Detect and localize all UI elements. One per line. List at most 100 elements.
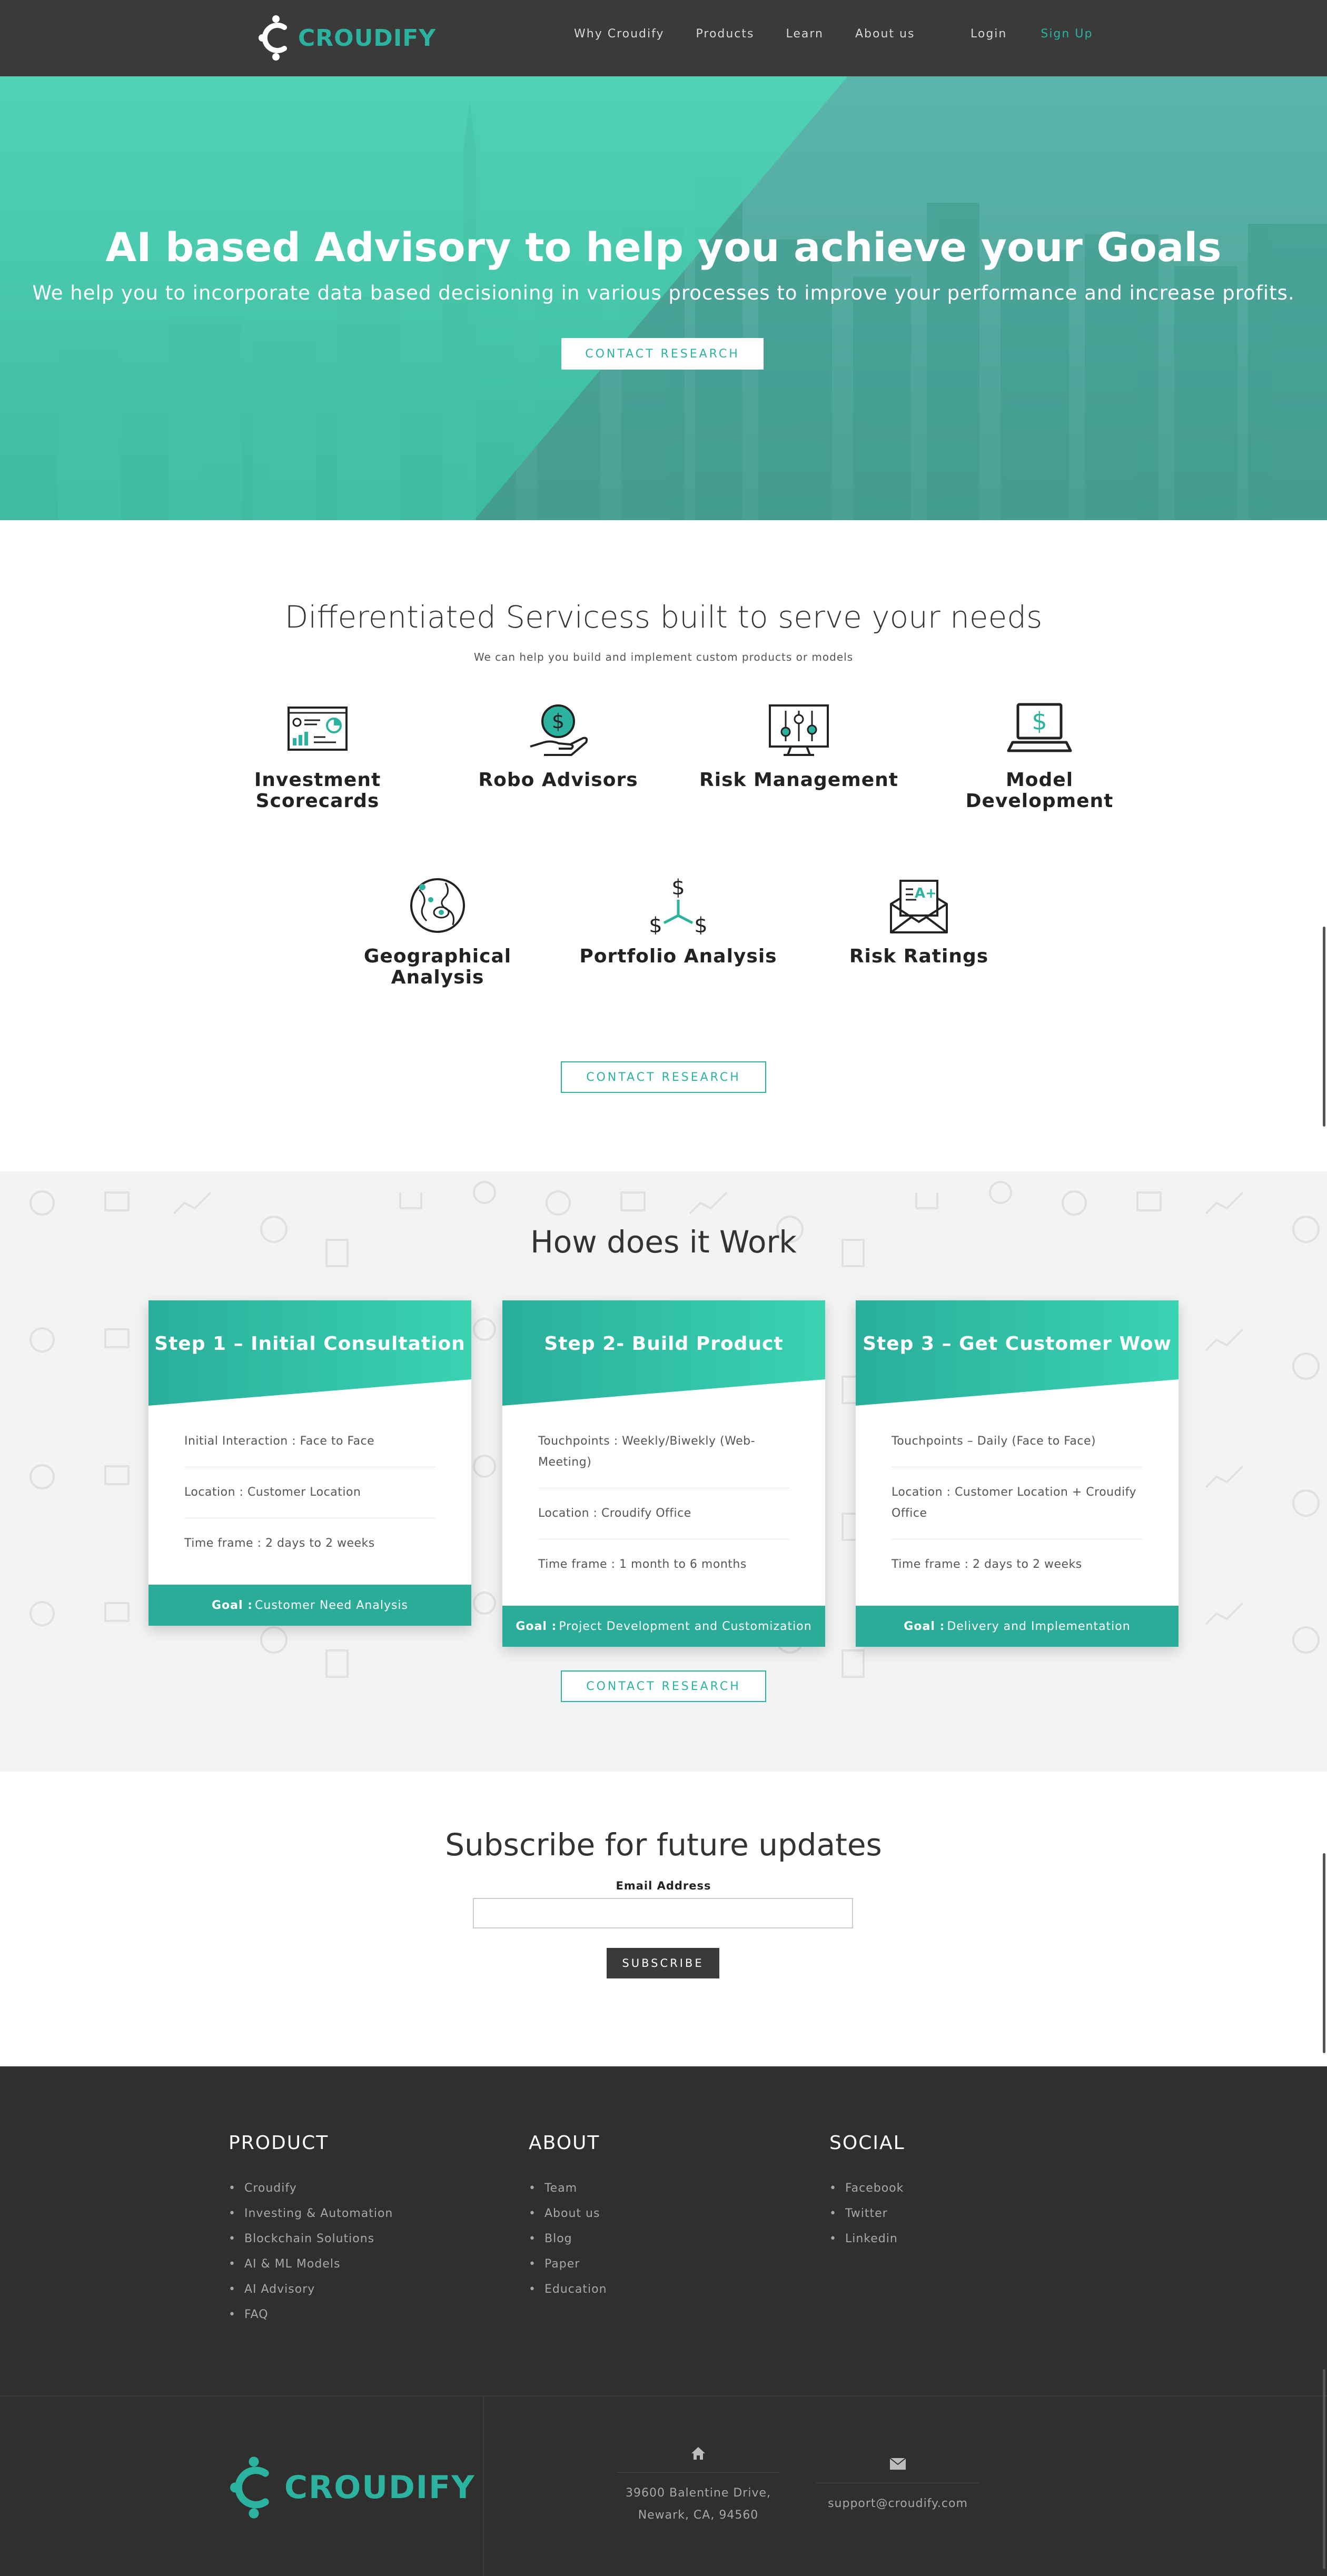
footer-link[interactable]: Blockchain Solutions	[229, 2226, 393, 2252]
footer-about-column: ABOUT Team About us Blog Paper Education	[529, 2132, 607, 2302]
step-card-header: Step 3 – Get Customer Wow	[856, 1300, 1179, 1406]
svg-text:A+: A+	[915, 886, 937, 901]
signup-link[interactable]: Sign Up	[1041, 27, 1093, 41]
step-card-3: Step 3 – Get Customer Wow Touchpoints – …	[856, 1300, 1179, 1647]
footer-divider	[0, 2395, 1327, 2396]
step-detail-item: Touchpoints : Weekly/Biwekly (Web-Meetin…	[538, 1416, 789, 1488]
subscribe-button[interactable]: SUBSCRIBE	[607, 1948, 719, 1978]
how-it-works-title: How does it Work	[530, 1224, 797, 1260]
service-risk-management[interactable]: Risk Management	[694, 700, 904, 791]
footer-link[interactable]: Croudify	[229, 2176, 393, 2201]
footer-brand-name: CROUDIFY	[284, 2469, 476, 2506]
footer-column-title: ABOUT	[529, 2132, 600, 2154]
step-detail-item: Time frame : 2 days to 2 weeks	[892, 1558, 1082, 1571]
brand-name: CROUDIFY	[298, 24, 437, 52]
svg-text:$: $	[1032, 707, 1047, 735]
step-detail-item: Initial Interaction : Face to Face	[184, 1416, 435, 1467]
address-line-2: Newark, CA, 94560	[638, 2509, 759, 2522]
nav-why-croudify[interactable]: Why Croudify	[574, 27, 665, 41]
service-robo-advisors[interactable]: $ Robo Advisors	[453, 700, 664, 791]
email-label: Email Address	[616, 1879, 711, 1892]
footer-link[interactable]: Blog	[529, 2226, 607, 2252]
rating-envelope-icon: A+	[890, 880, 948, 933]
service-model-development[interactable]: $ Model Development	[934, 700, 1145, 812]
hero-subtitle: We help you to incorporate data based de…	[32, 282, 1295, 304]
footer-link[interactable]: Investing & Automation	[229, 2201, 393, 2226]
step-detail-item: Location : Customer Location	[184, 1467, 435, 1518]
footer-link[interactable]: Team	[529, 2176, 607, 2201]
step-title: Step 2- Build Product	[544, 1333, 784, 1355]
nav-products[interactable]: Products	[696, 27, 755, 41]
footer-address: 39600 Balentine Drive, Newark, CA, 94560	[617, 2443, 780, 2527]
footer-column-title: PRODUCT	[229, 2132, 329, 2154]
step-card-2: Step 2- Build Product Touchpoints : Week…	[502, 1300, 825, 1647]
svg-text:$: $	[671, 877, 685, 900]
email-input[interactable]	[473, 1898, 853, 1928]
footer-link-linkedin[interactable]: Linkedin	[829, 2226, 905, 2252]
subscribe-title: Subscribe for future updates	[445, 1827, 882, 1863]
services-title: Differentiated Servicess built to serve …	[284, 599, 1043, 635]
site-footer: PRODUCT Croudify Investing & Automation …	[0, 2066, 1327, 2576]
how-contact-research-button[interactable]: CONTACT RESEARCH	[561, 1670, 766, 1702]
hero-contact-research-button[interactable]: CONTACT RESEARCH	[561, 338, 764, 370]
globe-icon	[410, 878, 465, 933]
service-label: Investment Scorecards	[254, 769, 381, 812]
service-risk-ratings[interactable]: A+ Risk Ratings	[814, 877, 1024, 967]
nav-about-us[interactable]: About us	[855, 27, 915, 41]
scrollbar-thumb[interactable]	[1323, 927, 1325, 1127]
support-email-link[interactable]: support@croudify.com	[816, 2493, 979, 2515]
service-geographical-analysis[interactable]: Geographical Analysis	[332, 877, 543, 988]
step-title: Step 1 – Initial Consultation	[154, 1333, 466, 1355]
footer-link[interactable]: FAQ	[229, 2302, 393, 2328]
svg-text:$: $	[552, 710, 565, 733]
service-label: Risk Ratings	[849, 946, 989, 967]
step-details: Touchpoints – Daily (Face to Face) Locat…	[856, 1406, 1179, 1606]
service-investment-scorecards[interactable]: Investment Scorecards	[212, 700, 423, 812]
svg-text:$: $	[649, 913, 662, 934]
footer-link[interactable]: About us	[529, 2201, 607, 2226]
step-card-header: Step 2- Build Product	[502, 1300, 825, 1406]
home-icon	[691, 2447, 705, 2460]
brand-logo[interactable]: CROUDIFY	[257, 15, 436, 61]
footer-social-column: SOCIAL Facebook Twitter Linkedin	[829, 2132, 905, 2252]
footer-link[interactable]: AI & ML Models	[229, 2252, 393, 2277]
scrollbar-thumb[interactable]	[1323, 2369, 1325, 2569]
footer-link[interactable]: Education	[529, 2277, 607, 2302]
step-card-header: Step 1 – Initial Consultation	[148, 1300, 471, 1406]
step-details: Initial Interaction : Face to Face Locat…	[148, 1406, 471, 1585]
service-label: Geographical Analysis	[363, 946, 512, 988]
auth-links: Login Sign Up	[971, 27, 1126, 41]
scrollbar-thumb[interactable]	[1323, 1853, 1325, 2053]
services-contact-research-button[interactable]: CONTACT RESEARCH	[561, 1061, 766, 1093]
login-link[interactable]: Login	[971, 27, 1007, 41]
footer-link[interactable]: AI Advisory	[229, 2277, 393, 2302]
footer-logo[interactable]: CROUDIFY	[227, 2456, 476, 2519]
service-label: Portfolio Analysis	[579, 946, 777, 967]
step-detail-item: Touchpoints – Daily (Face to Face)	[892, 1416, 1143, 1467]
hero-title: AI based Advisory to help you achieve yo…	[105, 224, 1222, 271]
address-line-1: 39600 Balentine Drive,	[626, 2487, 771, 2500]
nav-learn[interactable]: Learn	[786, 27, 824, 41]
step-detail-item: Location : Customer Location + Croudify …	[892, 1467, 1143, 1539]
footer-email: support@croudify.com	[816, 2453, 979, 2515]
footer-link[interactable]: Paper	[529, 2252, 607, 2277]
footer-link-twitter[interactable]: Twitter	[829, 2201, 905, 2226]
step-detail-item: Time frame : 2 days to 2 weeks	[184, 1537, 375, 1550]
top-navbar: CROUDIFY Why Croudify Products Learn Abo…	[0, 0, 1327, 76]
step-details: Touchpoints : Weekly/Biwekly (Web-Meetin…	[502, 1406, 825, 1606]
footer-vertical-divider	[483, 2396, 484, 2576]
robo-advisor-icon: $	[530, 704, 588, 756]
portfolio-icon: $ $ $	[649, 876, 707, 938]
croudify-logo-icon	[230, 2456, 269, 2519]
step-goal: Goal : Project Development and Customizat…	[502, 1606, 825, 1647]
laptop-dollar-icon: $	[1007, 703, 1072, 752]
footer-product-column: PRODUCT Croudify Investing & Automation …	[229, 2132, 393, 2328]
envelope-icon	[889, 2458, 906, 2470]
service-label: Risk Management	[699, 769, 898, 791]
services-subtitle: We can help you build and implement cust…	[473, 651, 854, 663]
risk-management-icon	[769, 704, 829, 756]
how-it-works-section: How does it Work Step 1 – Initial Consul…	[0, 1171, 1327, 1772]
footer-link-facebook[interactable]: Facebook	[829, 2176, 905, 2201]
main-nav: Why Croudify Products Learn About us	[574, 27, 946, 41]
service-portfolio-analysis[interactable]: $ $ $ Portfolio Analysis	[573, 876, 784, 967]
